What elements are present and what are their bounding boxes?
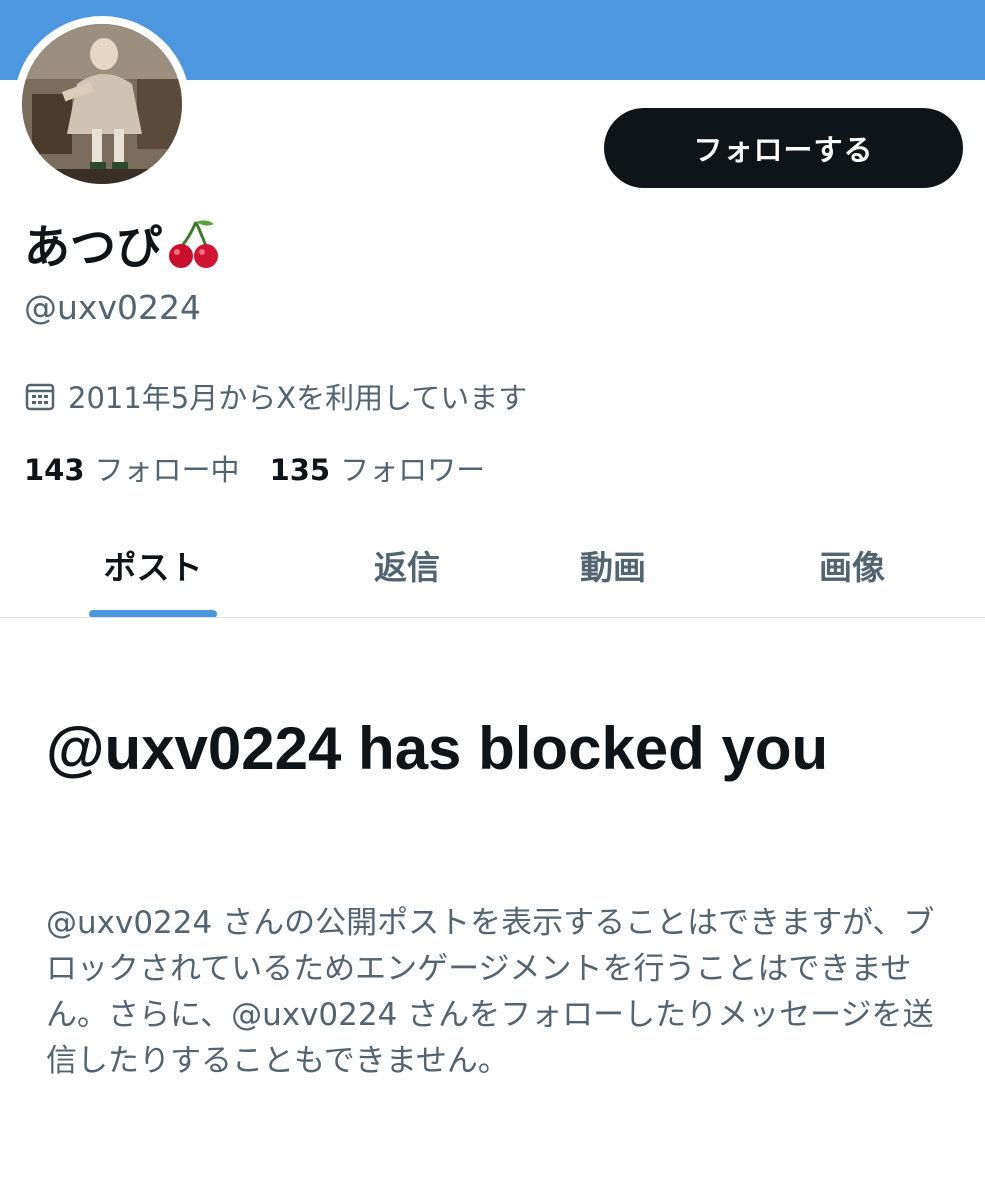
following-link[interactable]: 143 フォロー中 xyxy=(24,447,240,489)
joined-date-text: 2011年5月からXを利用しています xyxy=(68,381,528,415)
profile-page: フォローする あつぴ @uxv0224 2011年5月からXを利用しています 1… xyxy=(0,0,985,1200)
followers-link[interactable]: 135 フォロワー xyxy=(270,447,486,489)
tab-replies-label: 返信 xyxy=(374,548,440,587)
joined-date-row: 2011年5月からXを利用しています xyxy=(24,376,527,416)
tab-images[interactable]: 画像 xyxy=(747,520,957,610)
followers-label: フォロワー xyxy=(340,453,486,487)
follow-button-label: フォローする xyxy=(693,133,874,167)
profile-handle: @uxv0224 xyxy=(24,288,201,327)
followers-count: 135 xyxy=(269,453,331,487)
blocked-title: @uxv0224 has blocked you xyxy=(46,715,829,782)
follow-button[interactable]: フォローする xyxy=(604,108,963,188)
following-label: フォロー中 xyxy=(94,453,240,487)
calendar-icon xyxy=(25,383,55,411)
profile-tabs: ポスト 返信 動画 画像 xyxy=(0,520,985,618)
following-count: 143 xyxy=(24,453,85,487)
avatar[interactable] xyxy=(22,24,182,184)
follow-stats: 143 フォロー中 135 フォロワー xyxy=(24,448,485,488)
tab-videos[interactable]: 動画 xyxy=(508,520,718,610)
tabs-divider xyxy=(0,617,985,618)
tab-videos-label: 動画 xyxy=(580,548,646,587)
tab-images-label: 画像 xyxy=(819,548,885,587)
tab-posts[interactable]: ポスト xyxy=(48,520,258,610)
tab-posts-label: ポスト xyxy=(103,548,203,587)
display-name-row: あつぴ xyxy=(24,212,222,276)
display-name: あつぴ xyxy=(24,220,162,274)
tab-replies[interactable]: 返信 xyxy=(302,520,512,610)
avatar-photo xyxy=(22,24,182,184)
cherry-icon xyxy=(169,220,218,268)
blocked-description: @uxv0224 さんの公開ポストを表示することはできますが、ブロックされている… xyxy=(46,905,935,1079)
